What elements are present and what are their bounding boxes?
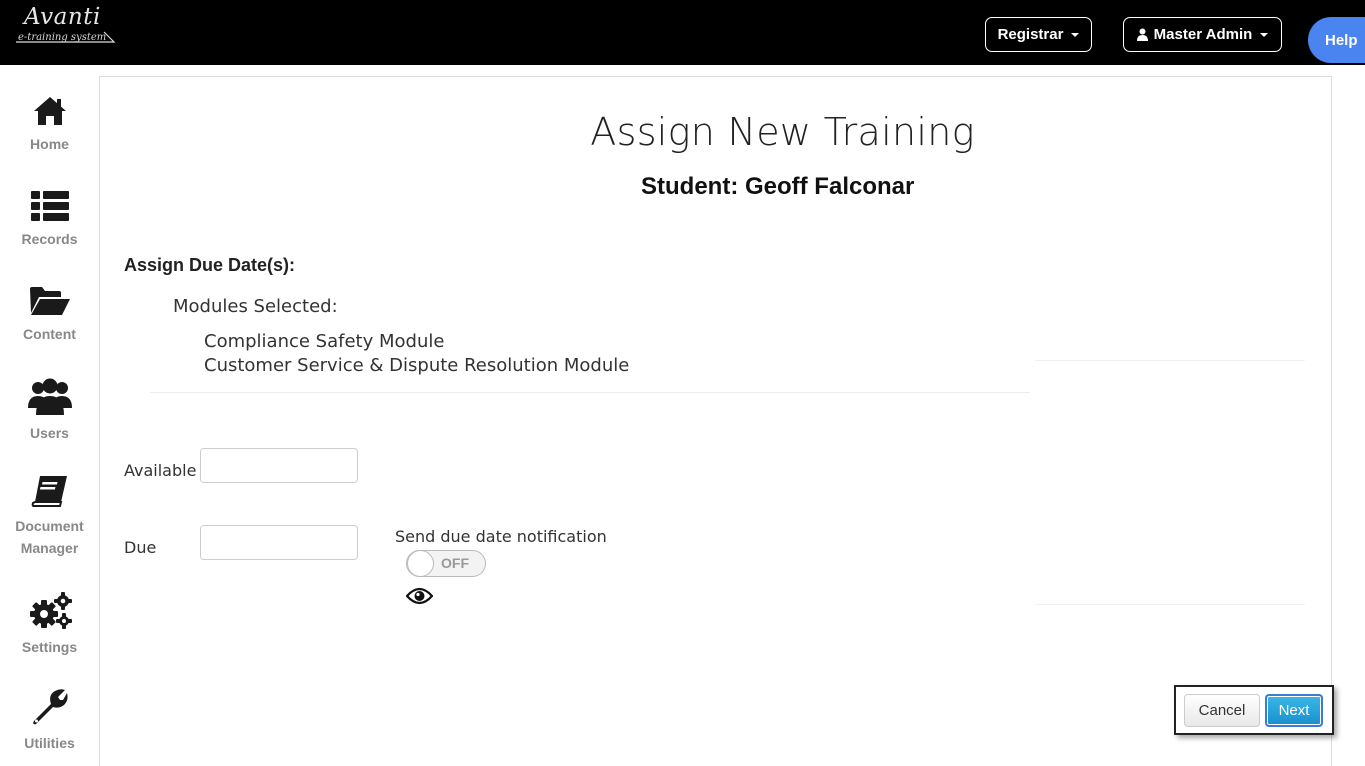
top-navbar: Avanti e-training system Registrar Maste… bbox=[0, 0, 1365, 65]
sidebar: Home Records Content Users Document Mana… bbox=[0, 65, 99, 751]
module-item: Customer Service & Dispute Resolution Mo… bbox=[204, 355, 630, 376]
sidebar-item-label: Content bbox=[23, 326, 76, 342]
sidebar-item-utilities[interactable]: Utilities bbox=[0, 688, 99, 754]
toggle-state-text: OFF bbox=[441, 555, 469, 571]
sidebar-item-label: Settings bbox=[21, 639, 78, 655]
toggle-knob bbox=[407, 550, 434, 577]
sidebar-item-label-line2: Manager bbox=[20, 540, 79, 556]
chevron-down-icon bbox=[1260, 32, 1269, 37]
users-icon bbox=[27, 378, 72, 415]
available-label: Available bbox=[124, 461, 197, 480]
divider bbox=[1035, 360, 1305, 361]
eye-icon[interactable] bbox=[406, 586, 433, 606]
divider bbox=[1035, 604, 1305, 605]
student-name: Student: Geoff Falconar bbox=[641, 173, 915, 200]
sidebar-item-records[interactable]: Records bbox=[0, 190, 99, 250]
chevron-down-icon bbox=[1071, 32, 1080, 37]
user-icon bbox=[1136, 28, 1148, 41]
page-title-text: Assign New Training bbox=[590, 110, 975, 154]
cancel-button[interactable]: Cancel bbox=[1184, 694, 1260, 727]
cogs-icon bbox=[29, 592, 72, 629]
book-icon bbox=[31, 476, 67, 507]
sidebar-item-document-manager[interactable]: Document Manager bbox=[0, 475, 99, 559]
notification-label: Send due date notification bbox=[395, 527, 607, 546]
divider bbox=[150, 392, 1030, 393]
master-admin-dropdown[interactable]: Master Admin bbox=[1123, 17, 1282, 52]
help-label: Help bbox=[1325, 31, 1358, 49]
help-button[interactable]: Help bbox=[1308, 17, 1365, 63]
available-date-picker bbox=[200, 448, 358, 483]
sidebar-item-label: Records bbox=[21, 231, 78, 247]
sidebar-item-users[interactable]: Users bbox=[0, 378, 99, 444]
registrar-dropdown[interactable]: Registrar bbox=[985, 17, 1092, 52]
avanti-logo[interactable]: Avanti e-training system bbox=[14, 4, 124, 52]
wrench-icon bbox=[32, 689, 68, 725]
action-buttons: Cancel Next bbox=[1174, 685, 1334, 735]
notification-toggle[interactable]: OFF bbox=[406, 550, 486, 577]
sidebar-item-label: Users bbox=[30, 425, 69, 441]
sidebar-item-label: Document bbox=[15, 518, 84, 534]
sidebar-item-content[interactable]: Content bbox=[0, 285, 99, 345]
assign-due-heading: Assign Due Date(s): bbox=[124, 255, 296, 275]
page-title: Assign New Training bbox=[0, 110, 1365, 154]
admin-label: Master Admin bbox=[1153, 26, 1253, 43]
next-button[interactable]: Next bbox=[1265, 694, 1323, 727]
logo-brand: Avanti bbox=[24, 4, 101, 30]
due-date-input[interactable] bbox=[201, 526, 357, 559]
registrar-label: Registrar bbox=[997, 26, 1064, 43]
due-label: Due bbox=[124, 538, 157, 557]
sidebar-item-settings[interactable]: Settings bbox=[0, 592, 99, 658]
modules-selected-label: Modules Selected: bbox=[173, 296, 338, 317]
sidebar-item-label: Utilities bbox=[24, 735, 75, 751]
list-icon bbox=[30, 191, 69, 221]
due-date-picker bbox=[200, 525, 358, 560]
folder-open-icon bbox=[29, 287, 70, 315]
available-date-input[interactable] bbox=[201, 449, 357, 482]
logo-tagline: e-training system bbox=[18, 32, 107, 43]
module-item: Compliance Safety Module bbox=[204, 331, 445, 352]
